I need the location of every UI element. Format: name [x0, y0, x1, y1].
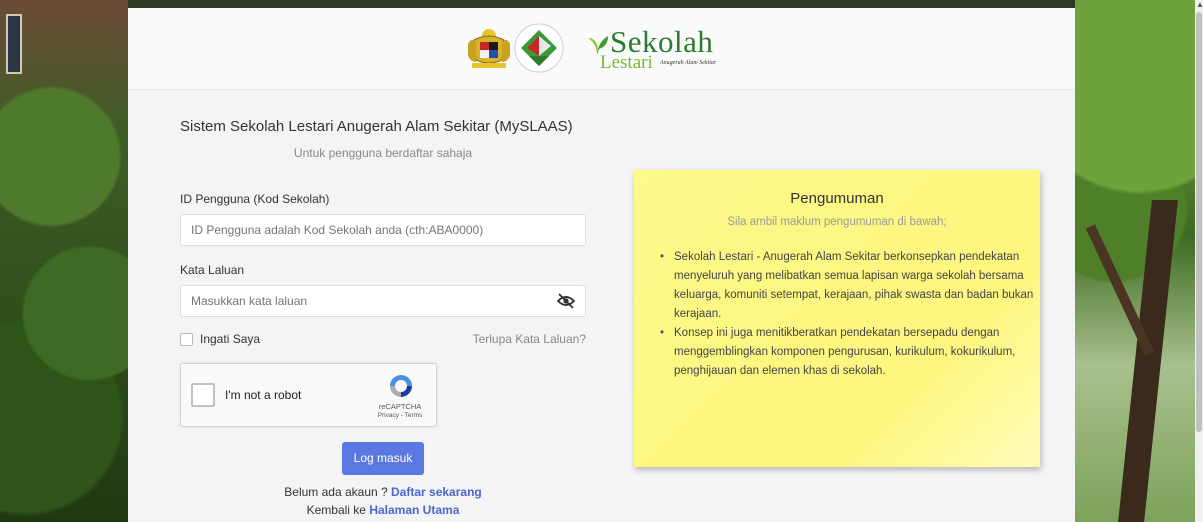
scrollbar[interactable]: ▲ [1195, 0, 1203, 522]
home-line: Kembali ke Halaman Utama [128, 503, 638, 517]
sekolah-lestari-logo: Sekolah Lestari Anugerah Alam Sekitar [584, 24, 734, 74]
forgot-password-link[interactable]: Terlupa Kata Laluan? [468, 332, 586, 346]
signup-prompt: Belum ada akaun ? [284, 485, 388, 499]
page-title: Sistem Sekolah Lestari Anugerah Alam Sek… [180, 118, 573, 135]
user-id-input[interactable] [180, 214, 586, 246]
background-image-left [0, 0, 128, 522]
remember-me-label: Ingati Saya [200, 332, 261, 346]
tree-trunk [1118, 200, 1178, 522]
logo-word-lestari: Lestari [600, 52, 653, 73]
announcement-panel: Pengumuman Sila ambil maklum pengumuman … [634, 170, 1040, 467]
announcement-item: Konsep ini juga menitikberatkan pendekat… [658, 324, 1038, 381]
page-subtitle: Untuk pengguna berdaftar sahaja [293, 146, 473, 160]
malaysia-crest-logo [468, 29, 510, 68]
recaptcha-terms-link[interactable]: Privacy - Terms [373, 412, 427, 419]
recaptcha-label: I'm not a robot [225, 388, 302, 402]
user-id-label: ID Pengguna (Kod Sekolah) [180, 192, 330, 206]
recaptcha-widget: I'm not a robot reCAPTCHA Privacy - Term… [180, 363, 437, 427]
announcement-item: Sekolah Lestari - Anugerah Alam Sekitar … [658, 248, 1038, 324]
logo-header: Sekolah Lestari Anugerah Alam Sekitar [128, 8, 1075, 90]
password-label: Kata Laluan [180, 263, 245, 277]
announcement-title: Pengumuman [790, 190, 884, 207]
announcement-list: Sekolah Lestari - Anugerah Alam Sekitar … [658, 248, 1038, 381]
signup-link[interactable]: Daftar sekarang [391, 485, 482, 499]
ministry-logo [514, 23, 564, 73]
home-prompt: Kembali ke [306, 503, 366, 517]
home-link[interactable]: Halaman Utama [369, 503, 459, 517]
eye-slash-icon[interactable] [556, 292, 576, 310]
scrollbar-thumb[interactable] [1196, 12, 1202, 432]
signup-line: Belum ada akaun ? Daftar sekarang [128, 485, 638, 499]
logo-tagline: Anugerah Alam Sekitar [660, 60, 717, 66]
scroll-up-icon[interactable]: ▲ [1196, 0, 1203, 9]
recaptcha-checkbox[interactable] [191, 383, 215, 407]
announcement-subtitle: Sila ambil maklum pengumuman di bawah; [727, 216, 947, 228]
password-input[interactable] [180, 285, 586, 317]
remember-me-checkbox[interactable] [180, 333, 193, 346]
login-button[interactable]: Log masuk [342, 442, 424, 475]
background-image-right [1075, 0, 1203, 522]
building-window [6, 14, 22, 74]
recaptcha-brand: reCAPTCHA [378, 402, 422, 411]
recaptcha-logo-icon [390, 375, 412, 397]
login-card: Sekolah Lestari Anugerah Alam Sekitar Si… [128, 8, 1075, 522]
